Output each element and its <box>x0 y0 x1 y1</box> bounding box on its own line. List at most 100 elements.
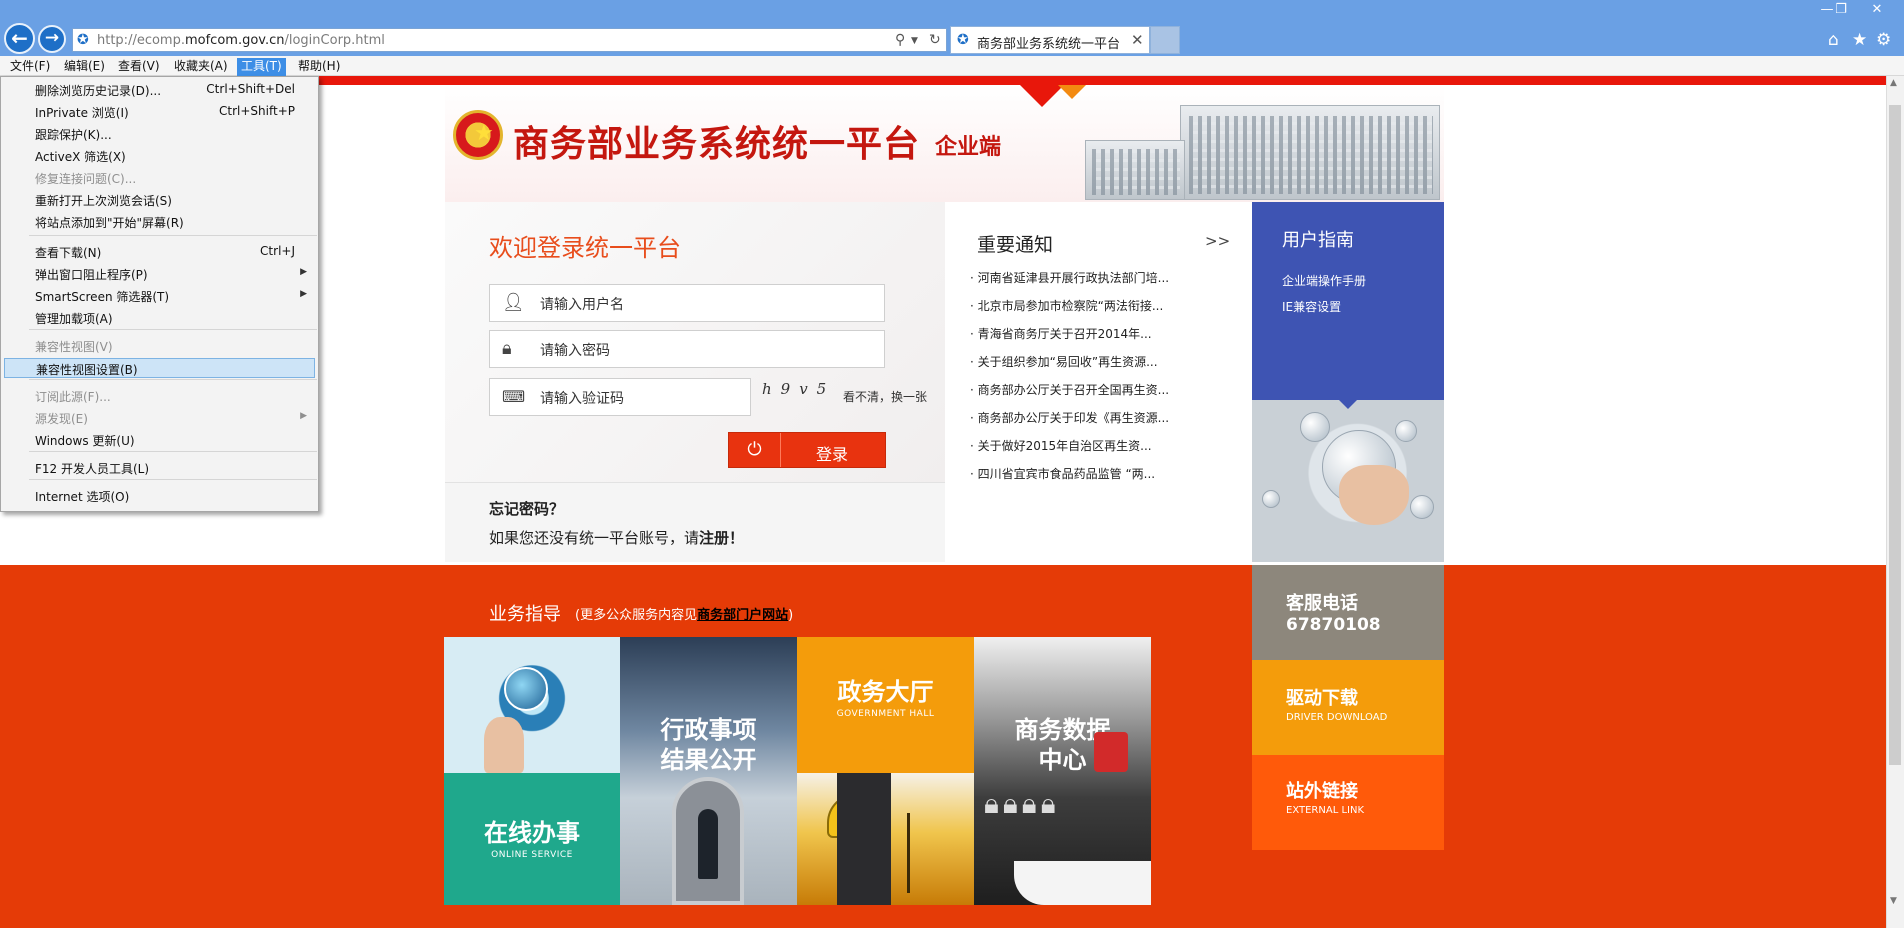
tile-business-data-center[interactable]: 商务数据 中心 🔒︎🔒︎🔒︎🔒︎ <box>974 637 1151 905</box>
menu-view-downloads[interactable]: 查看下载(N) Ctrl+J <box>4 242 315 262</box>
notices-more-link[interactable]: >> <box>1205 232 1230 250</box>
notice-text: 河南省延津县开展行政执法部门培... <box>977 271 1170 285</box>
menu-internet-options[interactable]: Internet 选项(O) <box>4 486 315 506</box>
notice-item[interactable]: · 四川省宜宾市食品药品监管 “两... <box>970 465 1155 482</box>
site-subtitle: 企业端 <box>935 134 1002 160</box>
url-prefix: http://ecomp. <box>97 33 185 48</box>
biz-sub-suffix: ) <box>788 608 794 623</box>
site-banner: ★ 商务部业务系统统一平台 企业端 <box>445 85 1444 202</box>
address-bar[interactable]: ✪ http://ecomp.mofcom.gov.cn/loginCorp.h… <box>72 28 947 52</box>
tile-online-text: 在线办事 ONLINE SERVICE <box>444 818 620 860</box>
menu-popup-blocker[interactable]: 弹出窗口阻止程序(P) ▶ <box>4 264 315 284</box>
restore-icon[interactable]: ❐ <box>1826 2 1856 17</box>
register-link[interactable]: 注册 <box>699 529 729 547</box>
hand-image <box>1014 861 1151 905</box>
menu-smartscreen[interactable]: SmartScreen 筛选器(T) ▶ <box>4 286 315 306</box>
search-icon[interactable]: ⚲ <box>895 32 905 48</box>
menu-item-shortcut: Ctrl+Shift+Del <box>206 82 295 96</box>
menu-help[interactable]: 帮助(H) <box>294 58 344 76</box>
menu-edit[interactable]: 编辑(E) <box>60 58 109 76</box>
login-button[interactable]: ⏻ 登录 <box>728 432 886 468</box>
phone-title: 客服电话 <box>1286 593 1358 614</box>
menu-item-label: 订阅此源(F)... <box>35 390 111 404</box>
suit-image <box>837 773 891 905</box>
menu-item-shortcut: Ctrl+Shift+P <box>219 104 295 118</box>
menu-activex-filter[interactable]: ActiveX 筛选(X) <box>4 146 315 166</box>
menu-item-label: 修复连接问题(C)... <box>35 172 137 186</box>
menu-delete-history[interactable]: 删除浏览历史记录(D)... Ctrl+Shift+Del <box>4 80 315 100</box>
menu-tools[interactable]: 工具(T) <box>237 58 286 76</box>
menu-f12-devtools[interactable]: F12 开发人员工具(L) <box>4 458 315 478</box>
tile-construction-image[interactable] <box>797 773 974 905</box>
captcha-image[interactable]: h9v5 <box>762 380 835 398</box>
password-field[interactable]: 🔒︎ 请输入密码 <box>489 330 885 368</box>
menu-tracking-protection[interactable]: 跟踪保护(K)... <box>4 124 315 144</box>
molecule-orb <box>1262 490 1280 508</box>
menu-add-to-start[interactable]: 将站点添加到"开始"屏幕(R) <box>4 212 315 232</box>
refresh-icon[interactable]: ↻ <box>929 32 941 48</box>
tile-online-service[interactable]: 在线办事 ONLINE SERVICE <box>444 773 620 905</box>
dropdown-chevron-icon[interactable]: ▼ <box>911 36 918 46</box>
new-tab-button[interactable] <box>1150 26 1180 54</box>
keyhole-image <box>698 809 718 879</box>
settings-gear-icon[interactable]: ⚙ <box>1876 30 1891 50</box>
national-emblem-logo: ★ <box>453 110 503 160</box>
captcha-field[interactable]: ⌨ 请输入验证码 <box>489 378 751 416</box>
home-icon[interactable]: ⌂ <box>1828 30 1839 50</box>
menu-file[interactable]: 文件(F) <box>6 58 54 76</box>
menu-compat-view-settings[interactable]: 兼容性视图设置(B) <box>4 358 315 378</box>
back-button[interactable]: ← <box>4 23 35 54</box>
keyboard-icon: ⌨ <box>502 387 526 406</box>
notice-item[interactable]: · 青海省商务厅关于召开2014年... <box>970 325 1152 342</box>
notice-item[interactable]: · 关于组织参加“易回收”再生资源... <box>970 353 1158 370</box>
site-favicon-icon: ✪ <box>77 32 89 48</box>
menu-reopen-session[interactable]: 重新打开上次浏览会话(S) <box>4 190 315 210</box>
notice-item[interactable]: · 商务部办公厅关于印发《再生资源... <box>970 409 1169 426</box>
tile-tech-image[interactable] <box>444 637 620 773</box>
biz-sub-prefix: (更多公众服务内容见 <box>575 608 698 623</box>
menu-separator <box>29 235 317 236</box>
browser-window: ← → ✪ http://ecomp.mofcom.gov.cn/loginCo… <box>0 0 1904 928</box>
notice-item[interactable]: · 商务部办公厅关于召开全国再生资... <box>970 381 1169 398</box>
address-url[interactable]: http://ecomp.mofcom.gov.cn/loginCorp.htm… <box>97 33 385 48</box>
menu-item-label: SmartScreen 筛选器(T) <box>35 290 170 304</box>
menu-separator <box>29 479 317 480</box>
menu-inprivate[interactable]: InPrivate 浏览(I) Ctrl+Shift+P <box>4 102 315 122</box>
tab-close-icon[interactable]: ✕ <box>1131 31 1144 49</box>
driver-download-link[interactable]: 驱动下载 DRIVER DOWNLOAD <box>1252 660 1444 755</box>
username-field[interactable]: 👤︎ 请输入用户名 <box>489 284 885 322</box>
notice-item[interactable]: · 关于做好2015年自治区再生资... <box>970 437 1152 454</box>
pointing-hand-image <box>484 717 524 773</box>
close-window-icon[interactable]: ✕ <box>1862 2 1892 17</box>
customer-service-phone[interactable]: 客服电话 67870108 <box>1252 565 1444 660</box>
menu-windows-update[interactable]: Windows 更新(U) <box>4 430 315 450</box>
scroll-up-icon[interactable]: ▲ <box>1890 78 1897 88</box>
tile-government-hall[interactable]: 政务大厅 GOVERNMENT HALL <box>797 637 974 773</box>
favorites-star-icon[interactable]: ★ <box>1852 30 1867 50</box>
scrollbar-thumb[interactable] <box>1889 105 1901 765</box>
menu-manage-addons[interactable]: 管理加载项(A) <box>4 308 315 328</box>
forward-button[interactable]: → <box>38 25 66 53</box>
forgot-password-link[interactable]: 忘记密码？ <box>489 498 564 519</box>
external-link-link[interactable]: 站外链接 EXTERNAL LINK <box>1252 755 1444 850</box>
admin-results-title-2: 结果公开 <box>660 746 757 774</box>
notice-text: 商务部办公厅关于印发《再生资源... <box>977 411 1170 425</box>
external-link-title: 站外链接 <box>1286 781 1358 802</box>
power-icon: ⏻ <box>729 433 781 467</box>
mofcom-portal-link[interactable]: 商务部门户网站 <box>697 608 788 623</box>
menu-view[interactable]: 查看(V) <box>114 58 164 76</box>
tile-admin-results[interactable]: 行政事项 结果公开 <box>620 637 797 905</box>
guide-link-manual[interactable]: 企业端操作手册 <box>1282 272 1366 289</box>
menu-item-label: Internet 选项(O) <box>35 490 130 504</box>
guide-link-ie-compat[interactable]: IE兼容设置 <box>1282 298 1341 315</box>
notice-item[interactable]: · 北京市局参加市检察院“两法衔接... <box>970 297 1163 314</box>
captcha-placeholder: 请输入验证码 <box>540 391 624 407</box>
notice-text: 商务部办公厅关于召开全国再生资... <box>977 383 1170 397</box>
building-windows <box>1189 116 1433 194</box>
menu-favorites[interactable]: 收藏夹(A) <box>170 58 232 76</box>
captcha-refresh-link[interactable]: 看不清，换一张 <box>843 388 927 405</box>
scroll-down-icon[interactable]: ▼ <box>1890 896 1897 906</box>
login-button-label: 登录 <box>816 445 849 464</box>
browser-tab[interactable]: ✪ 商务部业务系统统一平台 ✕ <box>950 26 1150 54</box>
notice-item[interactable]: · 河南省延津县开展行政执法部门培... <box>970 269 1169 286</box>
